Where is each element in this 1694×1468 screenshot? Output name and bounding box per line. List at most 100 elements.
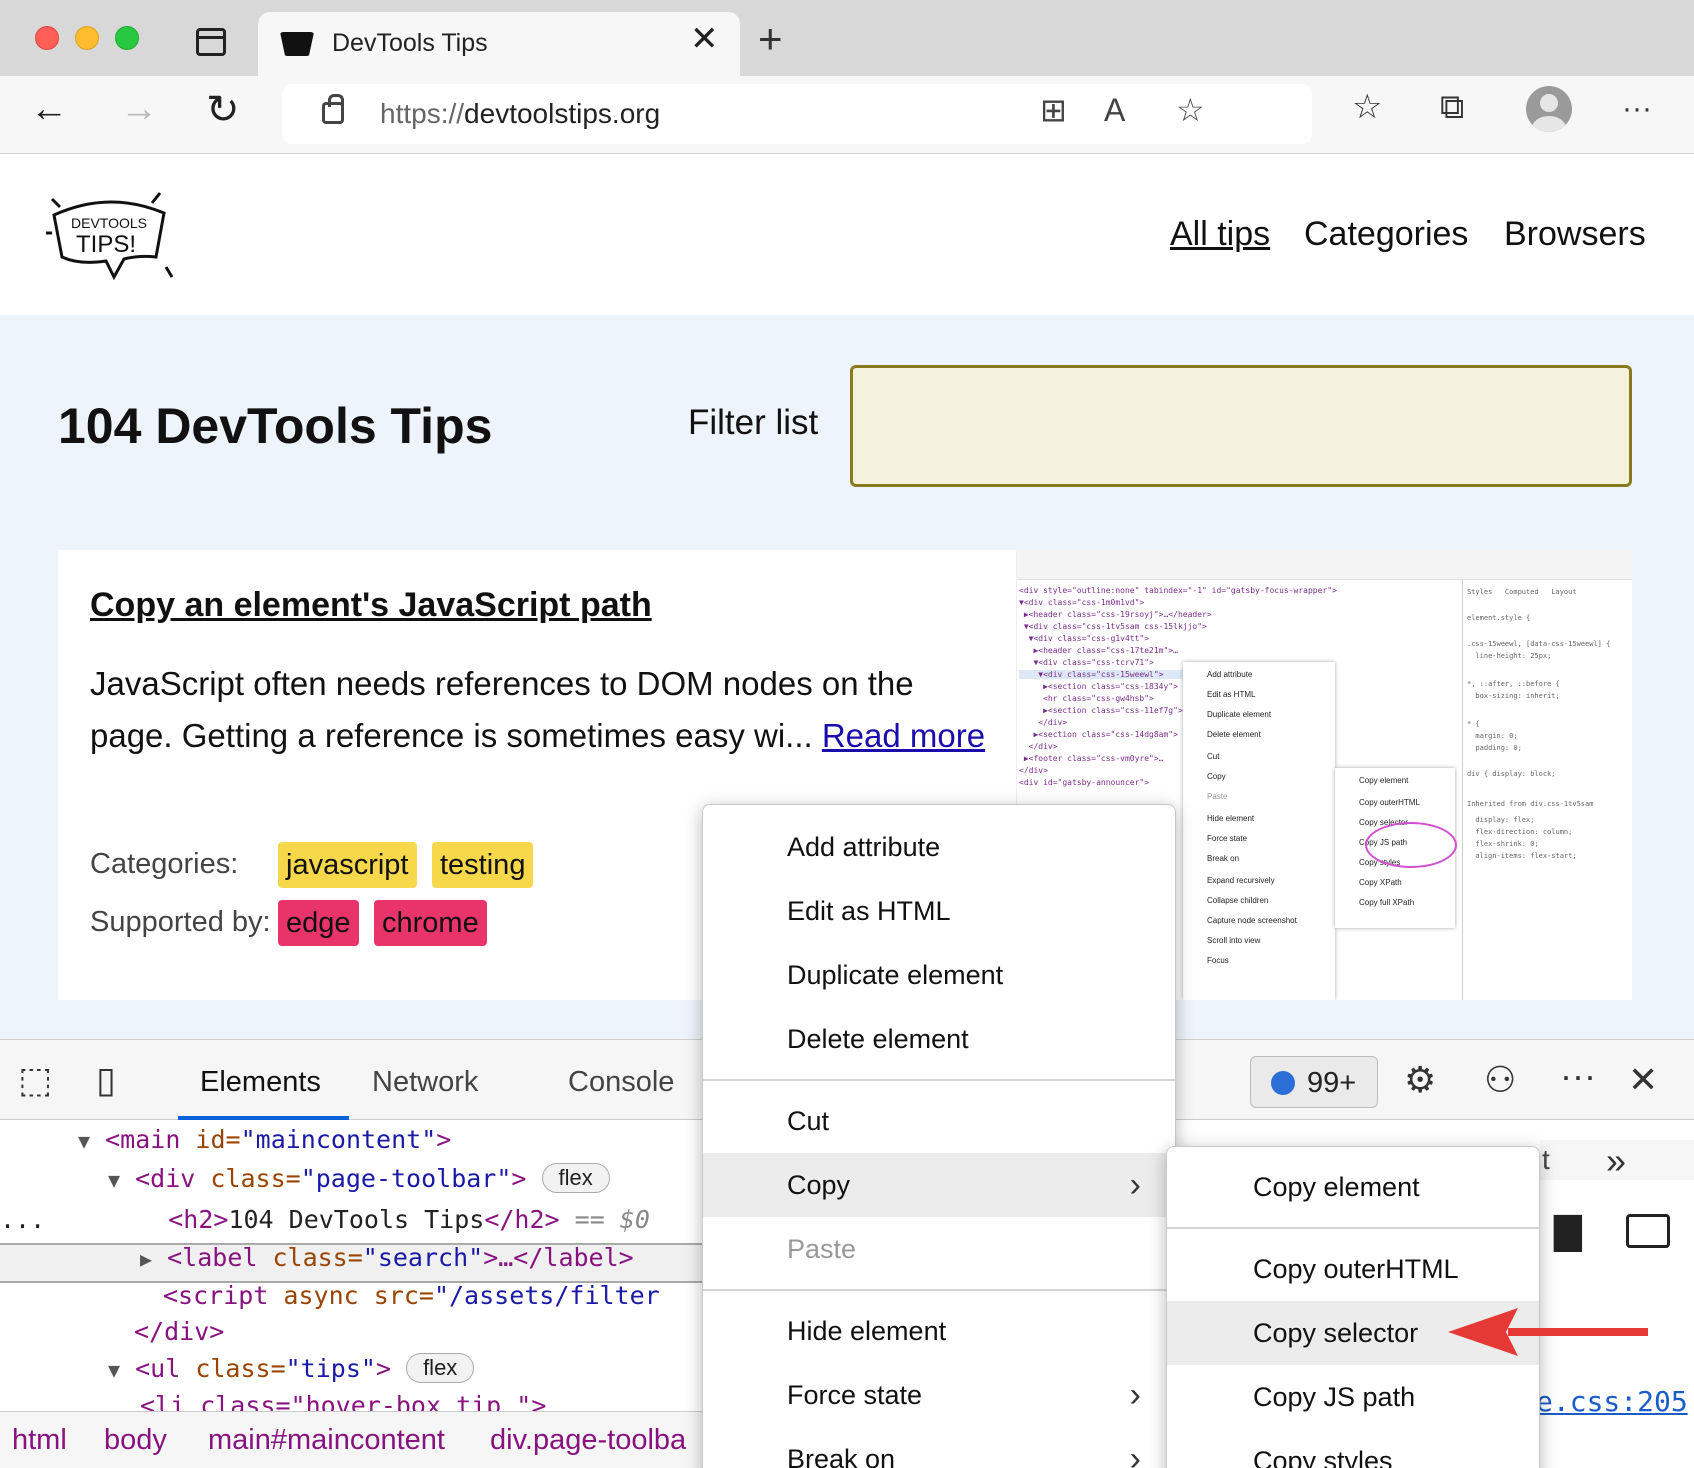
browser-tab[interactable]: DevTools Tips ✕ [258,12,740,78]
breadcrumb: html body main#maincontent div.page-tool… [0,1411,705,1468]
breadcrumb-div[interactable]: div.page-toolba [490,1424,686,1457]
collapse-triangle-icon[interactable]: ▼ [108,1168,120,1192]
menu-copy[interactable]: Copy › [703,1153,1175,1217]
menu-delete-element[interactable]: Delete element [703,1007,1175,1071]
menu-add-attribute[interactable]: Add attribute [703,815,1175,879]
menu-edit-as-html[interactable]: Edit as HTML [703,879,1175,943]
dom-node-h2-selected[interactable]: ... <h2>104 DevTools Tips</h2> == $0 [0,1205,650,1234]
collections-icon[interactable]: ⧉ [1440,90,1464,124]
inspect-element-icon[interactable]: ⬚ [18,1062,52,1098]
tab-elements[interactable]: Elements [200,1066,321,1099]
supported-by-label: Supported by: [90,906,271,938]
node-actions-dots[interactable]: ... [0,1205,45,1234]
feedback-icon[interactable]: ⚇ [1484,1062,1516,1098]
menu-cut[interactable]: Cut [703,1089,1175,1153]
issues-badge[interactable]: 99+ [1250,1056,1378,1108]
close-tab-icon[interactable]: ✕ [690,22,719,56]
menu-hide-element[interactable]: Hide element [703,1299,1175,1363]
menu-duplicate-element[interactable]: Duplicate element [703,943,1175,1007]
more-icon[interactable]: ··· [1622,94,1652,124]
chevron-right-icon: › [1129,1440,1141,1468]
nav-browsers[interactable]: Browsers [1504,215,1646,254]
minimize-window-button[interactable] [75,26,99,50]
dom-node-tips-list[interactable]: ▼ <ul class="tips"> flex [108,1353,475,1383]
more-tabs-icon[interactable]: » [1606,1140,1626,1182]
chevron-right-icon: › [1129,1376,1141,1414]
lock-icon[interactable] [322,94,344,124]
dom-node-main[interactable]: ▼ <main id="maincontent"> [78,1125,451,1154]
tip-title-link[interactable]: Copy an element's JavaScript path [90,586,652,625]
address-bar[interactable]: https://devtoolstips.org ⊞ A ☆ [282,84,1312,144]
url-text[interactable]: https://devtoolstips.org [380,98,660,130]
menu-separator [703,1289,1175,1291]
tab-console[interactable]: Console [568,1066,674,1099]
paint-brush-icon[interactable]: ▇ [1554,1210,1582,1252]
url-scheme: https:// [380,98,465,129]
url-host: devtoolstips.org [464,98,661,129]
breadcrumb-main[interactable]: main#maincontent [208,1424,445,1457]
toggle-sidebar-icon[interactable] [1626,1214,1670,1248]
profile-avatar[interactable] [1526,86,1572,132]
flex-badge[interactable]: flex [541,1163,610,1193]
issues-icon [1271,1071,1295,1095]
browser-chip-chrome[interactable]: chrome [374,900,487,946]
apps-icon[interactable]: ⊞ [1040,94,1067,126]
filter-input[interactable] [850,365,1632,487]
categories-label: Categories: [90,848,239,880]
devtools-tips-logo[interactable]: DEVTOOLS TIPS! [44,185,174,285]
nav-categories[interactable]: Categories [1304,215,1468,254]
nav-all-tips[interactable]: All tips [1170,215,1270,254]
stylesheet-link[interactable]: e.css:205 [1536,1385,1688,1418]
read-more-link[interactable]: Read more [822,717,985,754]
read-aloud-icon[interactable]: A [1104,94,1125,126]
submenu-copy-js-path[interactable]: Copy JS path [1167,1365,1539,1429]
site-header: DEVTOOLS TIPS! All tips Categories Brows… [0,155,1694,315]
browser-chip-edge[interactable]: edge [278,900,359,946]
dom-node-li-partial[interactable]: <li class="hover-box tip "> [140,1391,546,1411]
collapse-triangle-icon[interactable]: ▼ [78,1129,90,1153]
logo-text-bottom: TIPS! [76,231,136,258]
add-favorite-icon[interactable]: ☆ [1176,94,1205,126]
dom-node-div-close[interactable]: </div> [134,1317,224,1346]
menu-break-on[interactable]: Break on › [703,1427,1175,1468]
dom-node-page-toolbar[interactable]: ▼ <div class="page-toolbar"> flex [108,1163,610,1193]
settings-gear-icon[interactable]: ⚙ [1404,1062,1436,1098]
submenu-copy-element[interactable]: Copy element [1167,1155,1539,1219]
zoom-window-button[interactable] [115,26,139,50]
thumbnail-context-menu: Add attribute Edit as HTML Duplicate ele… [1183,662,1335,1000]
dom-node-label[interactable]: ▶ <label class="search">…</label> [140,1243,634,1272]
issues-count: 99+ [1307,1067,1357,1099]
close-devtools-icon[interactable]: ✕ [1628,1062,1658,1098]
active-tab-indicator [178,1116,349,1120]
flex-badge[interactable]: flex [406,1353,475,1383]
styles-tab-partial[interactable]: t [1542,1144,1550,1176]
more-tools-icon[interactable]: ··· [1560,1058,1596,1094]
menu-separator [1167,1227,1539,1229]
reload-icon[interactable]: ↻ [206,90,240,130]
expand-triangle-icon[interactable]: ▶ [140,1247,152,1271]
favorites-icon[interactable]: ☆ [1352,90,1382,124]
dom-tree: ▼ <main id="maincontent"> ▼ <div class="… [0,1121,705,1411]
forward-icon[interactable]: → [120,90,158,128]
browser-toolbar: ← → ↻ https://devtoolstips.org ⊞ A ☆ ☆ ⧉… [0,76,1694,154]
menu-force-state[interactable]: Force state › [703,1363,1175,1427]
context-menu: Add attribute Edit as HTML Duplicate ele… [702,804,1176,1468]
back-icon[interactable]: ← [30,90,68,128]
dom-node-script[interactable]: <script async src="/assets/filter [163,1281,660,1310]
annotation-arrow-icon [1448,1308,1648,1356]
breadcrumb-body[interactable]: body [104,1424,167,1457]
submenu-copy-outerhtml[interactable]: Copy outerHTML [1167,1237,1539,1301]
device-emulation-icon[interactable]: ▯ [96,1062,116,1098]
category-chip-javascript[interactable]: javascript [278,842,417,888]
submenu-copy-styles[interactable]: Copy styles [1167,1429,1539,1468]
collapse-triangle-icon[interactable]: ▼ [108,1358,120,1382]
tab-network[interactable]: Network [372,1066,478,1099]
breadcrumb-html[interactable]: html [12,1424,67,1457]
thumbnail-styles-pane: Styles Computed Layout element.style { .… [1462,580,1632,1000]
tab-actions-icon[interactable] [196,28,226,56]
close-window-button[interactable] [35,26,59,50]
category-chip-testing[interactable]: testing [432,842,534,888]
tip-excerpt: JavaScript often needs references to DOM… [90,658,990,762]
styles-pane-partial: t » ▇ [1540,1140,1694,1468]
new-tab-icon[interactable]: + [758,18,783,60]
